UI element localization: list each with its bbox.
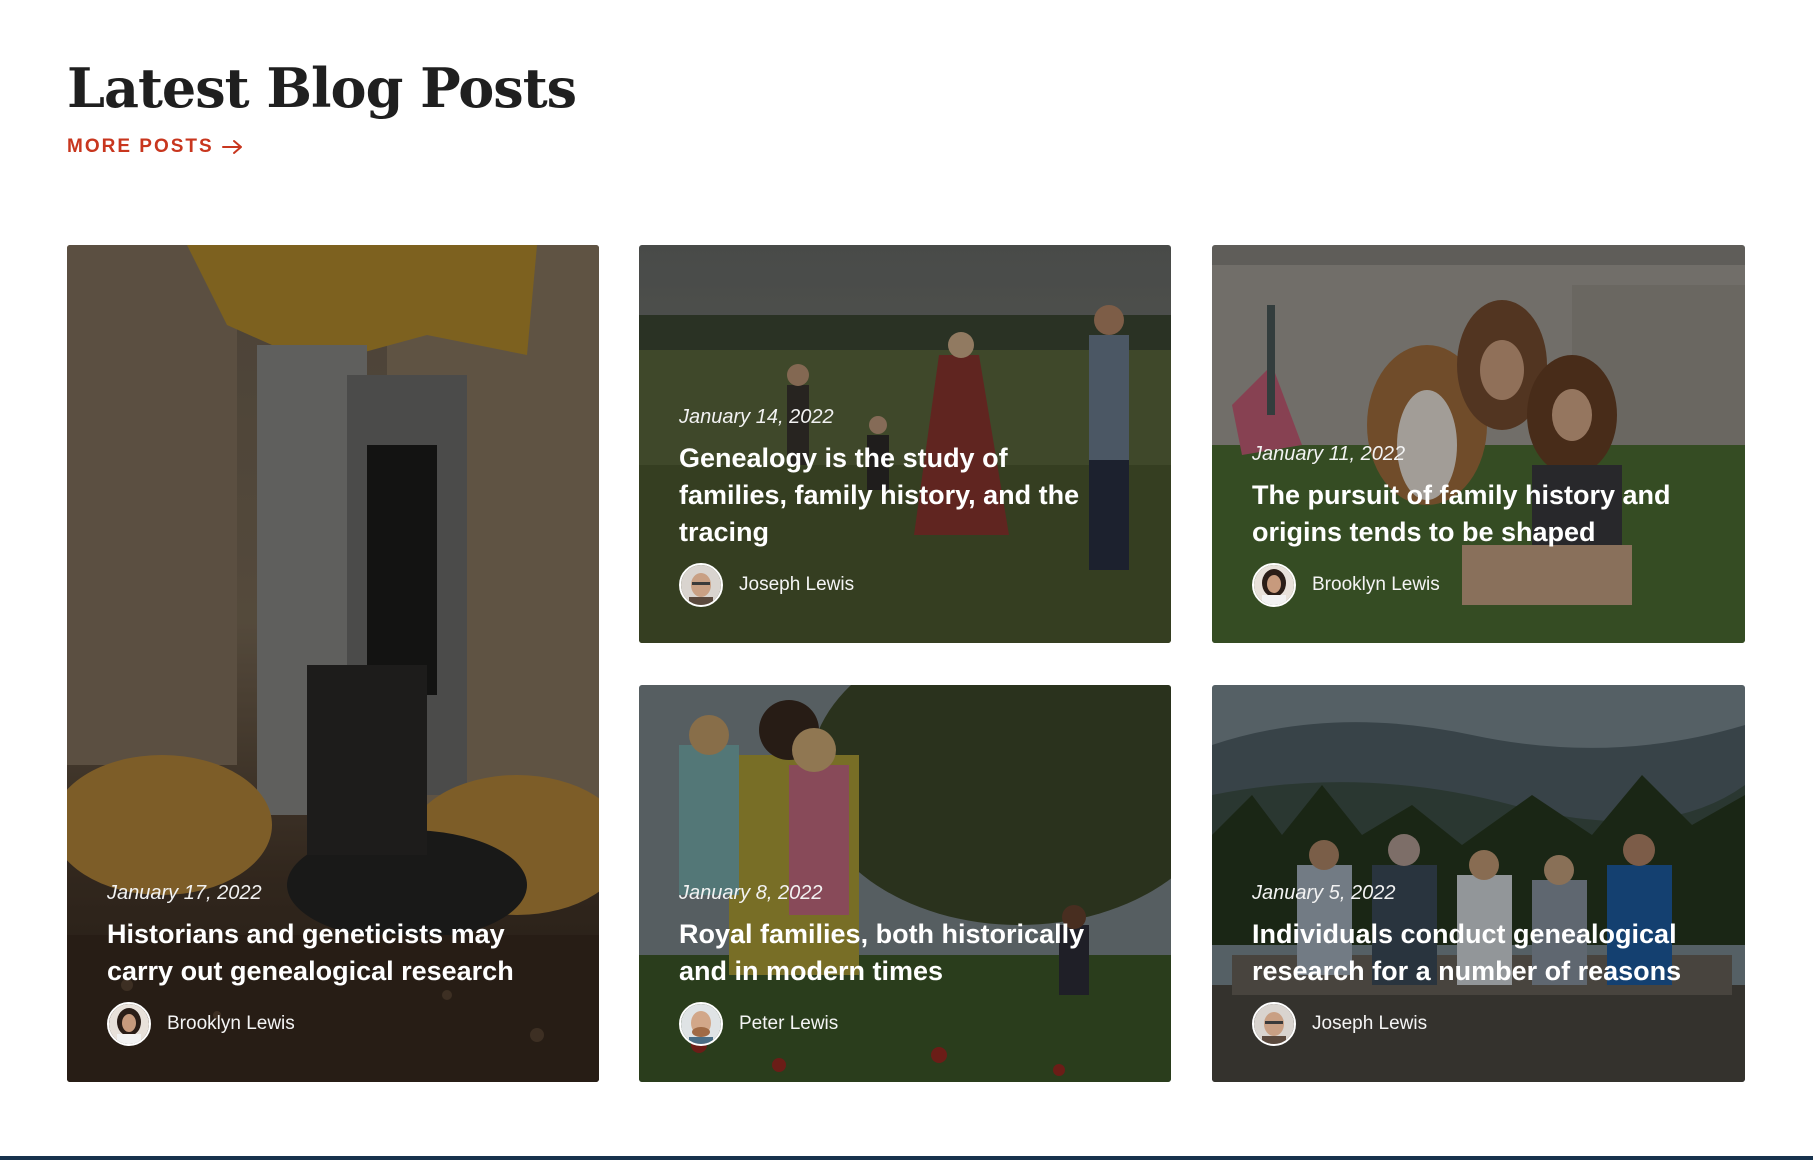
post-author: Brooklyn Lewis — [1252, 563, 1705, 607]
post-author: Peter Lewis — [679, 1002, 1131, 1046]
author-name[interactable]: Brooklyn Lewis — [1312, 574, 1440, 596]
post-date: January 8, 2022 — [679, 882, 823, 904]
author-avatar — [679, 563, 723, 607]
author-name[interactable]: Joseph Lewis — [1312, 1013, 1427, 1035]
post-author: Brooklyn Lewis — [107, 1002, 559, 1046]
post-date: January 17, 2022 — [107, 882, 262, 904]
post-title[interactable]: Genealogy is the study of families, fami… — [679, 440, 1119, 551]
post-card-5[interactable]: January 5, 2022 Individuals conduct gene… — [1212, 685, 1745, 1082]
blog-section: Latest Blog Posts MORE POSTS January 17,… — [0, 0, 1813, 1160]
section-title: Latest Blog Posts — [67, 56, 577, 120]
post-title[interactable]: The pursuit of family history and origin… — [1252, 477, 1692, 551]
arrow-right-icon — [221, 140, 242, 154]
author-avatar — [107, 1002, 151, 1046]
author-avatar — [679, 1002, 723, 1046]
author-name[interactable]: Joseph Lewis — [739, 574, 854, 596]
post-card-3[interactable]: January 11, 2022 The pursuit of family h… — [1212, 245, 1745, 643]
post-card-4[interactable]: January 8, 2022 Royal families, both his… — [639, 685, 1171, 1082]
post-date: January 14, 2022 — [679, 406, 834, 428]
more-posts-link[interactable]: MORE POSTS — [67, 136, 244, 158]
avatar-woman-icon — [1254, 565, 1294, 605]
avatar-man-icon — [681, 1004, 721, 1044]
footer-divider — [0, 1156, 1813, 1160]
post-card-2[interactable]: January 14, 2022 Genealogy is the study … — [639, 245, 1171, 643]
post-title[interactable]: Historians and geneticists may carry out… — [107, 916, 547, 990]
post-card-1[interactable]: January 17, 2022 Historians and genetici… — [67, 245, 599, 1082]
post-info: January 11, 2022 The pursuit of family h… — [1252, 441, 1705, 607]
post-author: Joseph Lewis — [1252, 1002, 1705, 1046]
post-title[interactable]: Individuals conduct genealogical researc… — [1252, 916, 1692, 990]
post-date: January 5, 2022 — [1252, 882, 1396, 904]
author-name[interactable]: Peter Lewis — [739, 1013, 838, 1035]
avatar-older-man-icon — [1254, 1004, 1294, 1044]
author-avatar — [1252, 563, 1296, 607]
avatar-woman-icon — [109, 1004, 149, 1044]
post-info: January 14, 2022 Genealogy is the study … — [679, 404, 1131, 607]
avatar-older-man-icon — [681, 565, 721, 605]
author-name[interactable]: Brooklyn Lewis — [167, 1013, 295, 1035]
post-title[interactable]: Royal families, both historically and in… — [679, 916, 1119, 990]
post-author: Joseph Lewis — [679, 563, 1131, 607]
post-info: January 8, 2022 Royal families, both his… — [679, 880, 1131, 1046]
author-avatar — [1252, 1002, 1296, 1046]
post-date: January 11, 2022 — [1252, 443, 1406, 465]
more-posts-label: MORE POSTS — [67, 136, 214, 157]
post-info: January 5, 2022 Individuals conduct gene… — [1252, 880, 1705, 1046]
post-info: January 17, 2022 Historians and genetici… — [107, 880, 559, 1046]
